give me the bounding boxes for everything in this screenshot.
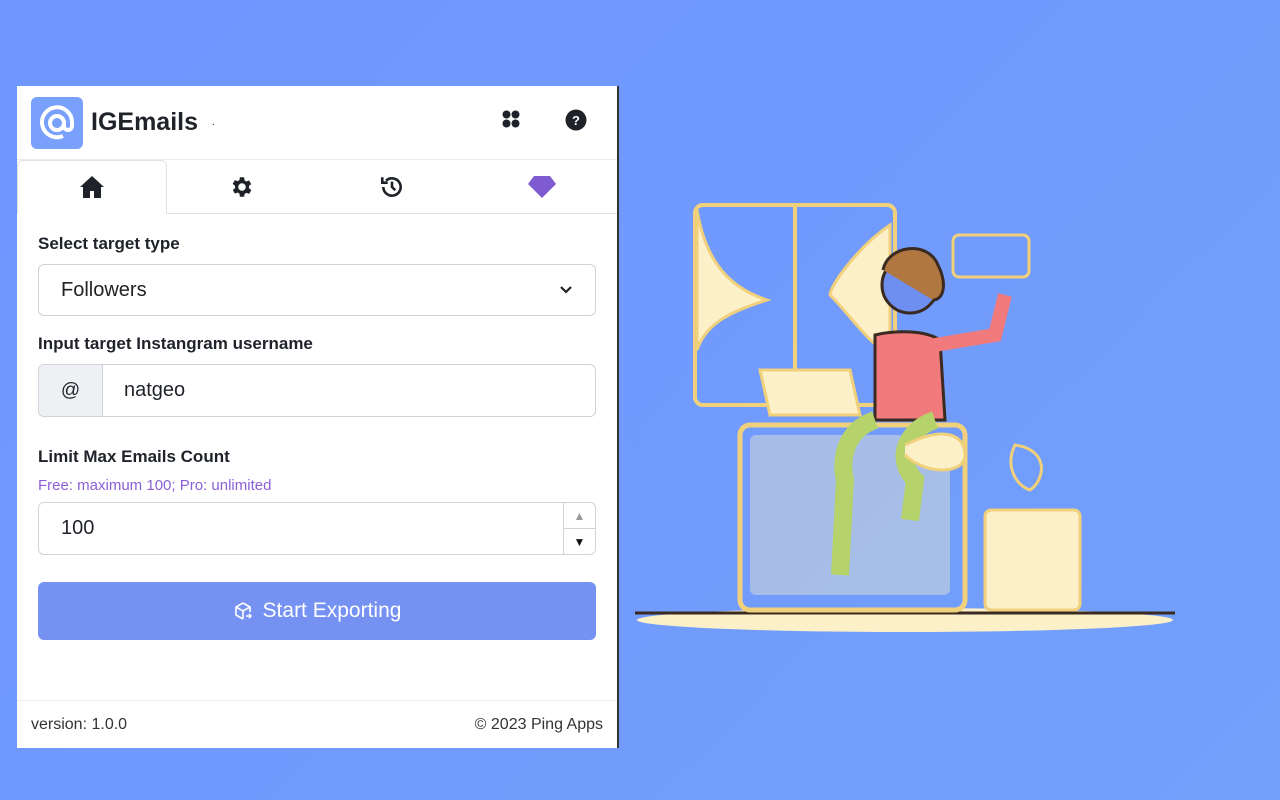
svg-text:?: ? <box>572 113 580 128</box>
target-type-label: Select target type <box>38 234 180 253</box>
tab-pro[interactable] <box>467 160 617 213</box>
apps-icon[interactable] <box>501 109 521 136</box>
number-spinner[interactable]: ▲ ▼ <box>563 503 595 554</box>
logo-icon <box>31 96 83 149</box>
limit-label: Limit Max Emails Count <box>38 447 230 466</box>
username-label: Input target Instangram username <box>38 334 313 353</box>
limit-hint: Free: maximum 100; Pro: unlimited <box>38 477 272 494</box>
home-icon <box>80 176 104 198</box>
app-title: IGEmails <box>91 108 198 136</box>
limit-value: 100 <box>61 517 95 539</box>
target-type-select[interactable]: Followers <box>38 264 596 316</box>
username-input[interactable]: natgeo <box>103 365 185 416</box>
tab-home[interactable] <box>17 160 167 214</box>
start-exporting-button[interactable]: Start Exporting <box>38 582 596 640</box>
woman-at-laptop-illustration <box>635 203 1175 632</box>
spin-up-icon[interactable]: ▲ <box>564 503 595 528</box>
tab-history[interactable] <box>317 160 467 213</box>
tab-bar <box>17 160 617 214</box>
header: IGEmails . ? <box>17 86 617 160</box>
version-text: version: 1.0.0 <box>31 715 128 733</box>
history-icon <box>380 176 402 197</box>
spin-down-icon[interactable]: ▼ <box>564 528 595 554</box>
diamond-icon <box>528 175 556 198</box>
title-dot: . <box>212 117 215 128</box>
tab-settings[interactable] <box>167 160 317 213</box>
copyright-text: © 2023 Ping Apps <box>474 715 603 733</box>
help-icon[interactable]: ? <box>565 109 587 136</box>
gear-icon <box>232 176 252 197</box>
chevron-down-icon <box>560 286 572 294</box>
username-input-group: @ natgeo <box>38 364 596 417</box>
at-prefix: @ <box>39 365 103 416</box>
extension-popup: IGEmails . ? Select target type Follower… <box>17 86 619 748</box>
export-box-icon <box>234 602 252 620</box>
limit-input[interactable]: 100 ▲ ▼ <box>38 502 596 555</box>
start-exporting-label: Start Exporting <box>262 599 402 622</box>
footer: version: 1.0.0 © 2023 Ping Apps <box>17 700 617 748</box>
target-type-value: Followers <box>61 278 147 301</box>
